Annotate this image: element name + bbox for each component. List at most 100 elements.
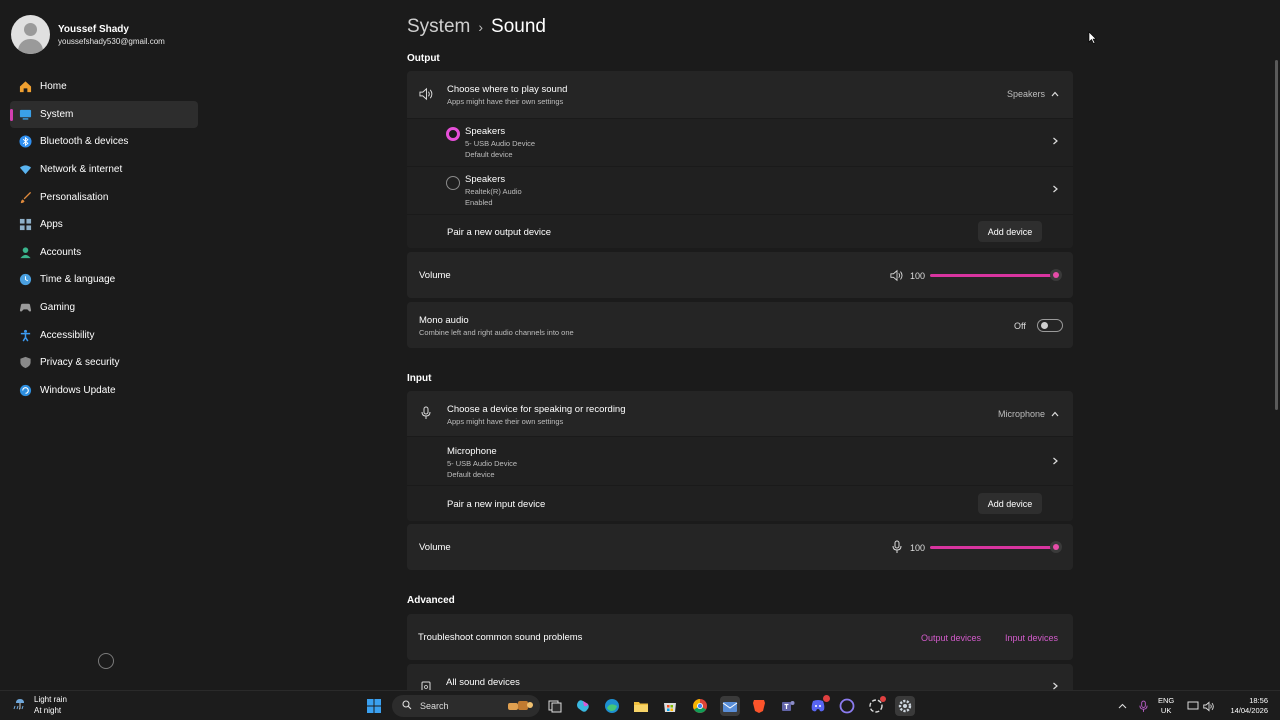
discord-icon[interactable] xyxy=(808,695,830,716)
chevron-up-tray-icon[interactable] xyxy=(1112,696,1132,716)
output-choose-subtitle: Apps might have their own settings xyxy=(447,97,564,106)
breadcrumb-system-link[interactable]: System xyxy=(407,16,470,38)
output-device-radio[interactable] xyxy=(446,127,460,141)
troubleshoot-output-link[interactable]: Output devices xyxy=(921,633,981,643)
copilot-icon[interactable] xyxy=(573,696,593,716)
output-device-line2: Default device xyxy=(465,150,513,159)
chatgpt-icon[interactable] xyxy=(866,696,886,716)
sidebar-item-label: Windows Update xyxy=(40,384,116,396)
sidebar-item-accounts[interactable]: Accounts xyxy=(10,239,198,267)
profile-name: Youssef Shady xyxy=(58,23,129,35)
clock-time: 18:56 xyxy=(1249,696,1268,705)
task-view-icon[interactable] xyxy=(545,696,565,716)
output-volume-slider-track[interactable] xyxy=(930,274,1056,277)
speaker-tray-icon[interactable] xyxy=(1199,696,1219,716)
chevron-right-icon[interactable] xyxy=(1051,457,1059,465)
all-sound-devices-card[interactable]: All sound devices xyxy=(407,664,1073,692)
sidebar-item-label: Accounts xyxy=(40,246,82,258)
output-device-card: Choose where to play sound Apps might ha… xyxy=(407,71,1073,248)
input-volume-label: Volume xyxy=(419,542,451,553)
add-input-device-button[interactable]: Add device xyxy=(978,493,1042,514)
sidebar-item-home[interactable]: Home xyxy=(10,73,198,101)
chrome-icon[interactable] xyxy=(690,696,710,716)
clock[interactable]: 18:56 14/04/2026 xyxy=(1222,696,1268,716)
system-icon xyxy=(18,107,32,121)
pair-output-label: Pair a new output device xyxy=(447,227,552,238)
language-region: UK xyxy=(1160,706,1172,715)
output-device-name: Speakers xyxy=(465,126,506,137)
pair-output-row: Pair a new output device Add device xyxy=(407,215,1073,248)
input-volume-card: Volume 100 xyxy=(407,524,1073,570)
output-device-row[interactable]: Speakers Realtek(R) Audio Enabled xyxy=(407,167,1073,214)
mono-audio-card: Mono audio Combine left and right audio … xyxy=(407,302,1073,348)
sidebar-item-label: Home xyxy=(40,81,67,93)
store-icon[interactable] xyxy=(660,696,680,716)
pair-input-label: Pair a new input device xyxy=(447,499,546,510)
input-device-card: Choose a device for speaking or recordin… xyxy=(407,391,1073,521)
globe-clock-icon xyxy=(18,273,32,287)
weather-time: At night xyxy=(34,706,62,715)
brave-icon[interactable] xyxy=(749,696,769,716)
settings-icon[interactable] xyxy=(895,696,915,716)
taskbar-search[interactable]: Search xyxy=(392,695,540,717)
output-device-row[interactable]: Speakers 5- USB Audio Device Default dev… xyxy=(407,119,1073,166)
user-profile[interactable]: Youssef Shady youssefshady530@gmail.com xyxy=(11,15,165,54)
microphone-tray-icon[interactable] xyxy=(1133,696,1153,716)
mono-audio-state: Off xyxy=(1014,321,1026,331)
input-device-name: Microphone xyxy=(447,446,497,457)
mouse-cursor-icon xyxy=(1088,31,1097,49)
avatar xyxy=(11,15,50,54)
input-selected-value: Microphone xyxy=(997,409,1045,419)
sidebar-item-apps[interactable]: Apps xyxy=(10,211,198,239)
sidebar-item-accessibility[interactable]: Accessibility xyxy=(10,321,198,349)
chevron-up-icon[interactable] xyxy=(1051,90,1059,98)
weather-widget[interactable]: Light rain At night xyxy=(12,694,67,716)
output-device-line2: Enabled xyxy=(465,198,493,207)
mono-audio-toggle[interactable] xyxy=(1037,319,1063,332)
input-volume-slider-track[interactable] xyxy=(930,546,1056,549)
sidebar-item-time-language[interactable]: Time & language xyxy=(10,266,198,294)
troubleshoot-input-link[interactable]: Input devices xyxy=(1005,633,1058,643)
add-output-device-button[interactable]: Add device xyxy=(978,221,1042,242)
accounts-icon xyxy=(18,245,32,259)
chevron-right-icon[interactable] xyxy=(1051,682,1059,690)
file-explorer-icon[interactable] xyxy=(631,696,651,716)
teams-icon[interactable] xyxy=(778,696,798,716)
output-choose-header[interactable]: Choose where to play sound Apps might ha… xyxy=(407,71,1073,118)
input-device-row[interactable]: Microphone 5- USB Audio Device Default d… xyxy=(407,437,1073,485)
messenger-icon[interactable] xyxy=(837,696,857,716)
output-device-line1: 5- USB Audio Device xyxy=(465,139,536,148)
sidebar-item-privacy[interactable]: Privacy & security xyxy=(10,349,198,377)
speaker-volume-icon[interactable] xyxy=(890,269,904,287)
sidebar-item-label: Gaming xyxy=(40,302,76,314)
mail-app-icon[interactable] xyxy=(720,696,740,716)
mono-audio-subtitle: Combine left and right audio channels in… xyxy=(419,328,574,337)
shield-icon xyxy=(18,356,32,370)
start-button[interactable] xyxy=(364,696,384,716)
edge-icon[interactable] xyxy=(602,696,622,716)
advanced-section-label: Advanced xyxy=(407,595,455,606)
sidebar-item-windows-update[interactable]: Windows Update xyxy=(10,377,198,405)
sidebar-item-label: Bluetooth & devices xyxy=(40,136,129,148)
sidebar-item-system[interactable]: System xyxy=(10,100,198,129)
chevron-right-icon[interactable] xyxy=(1051,137,1059,145)
all-sound-devices-label: All sound devices xyxy=(446,677,520,688)
chevron-right-icon[interactable] xyxy=(1051,185,1059,193)
input-volume-slider-thumb[interactable] xyxy=(1050,541,1062,553)
taskbar: Light rain At night Search ENG UK 18:56 … xyxy=(0,690,1280,720)
sidebar-item-network[interactable]: Network & internet xyxy=(10,156,198,184)
search-icon xyxy=(402,697,412,715)
output-volume-slider-thumb[interactable] xyxy=(1050,269,1062,281)
microphone-volume-icon[interactable] xyxy=(892,540,902,559)
sidebar-item-personalisation[interactable]: Personalisation xyxy=(10,183,198,211)
sidebar-item-bluetooth[interactable]: Bluetooth & devices xyxy=(10,128,198,156)
speaker-icon xyxy=(419,87,434,106)
rain-icon xyxy=(12,695,28,716)
chevron-up-icon[interactable] xyxy=(1051,410,1059,418)
input-choose-header[interactable]: Choose a device for speaking or recordin… xyxy=(407,391,1073,436)
language-code: ENG xyxy=(1158,696,1175,705)
language-indicator[interactable]: ENG UK xyxy=(1158,696,1174,716)
scrollbar[interactable] xyxy=(1275,60,1278,410)
output-device-radio[interactable] xyxy=(446,176,460,190)
sidebar-item-gaming[interactable]: Gaming xyxy=(10,294,198,322)
